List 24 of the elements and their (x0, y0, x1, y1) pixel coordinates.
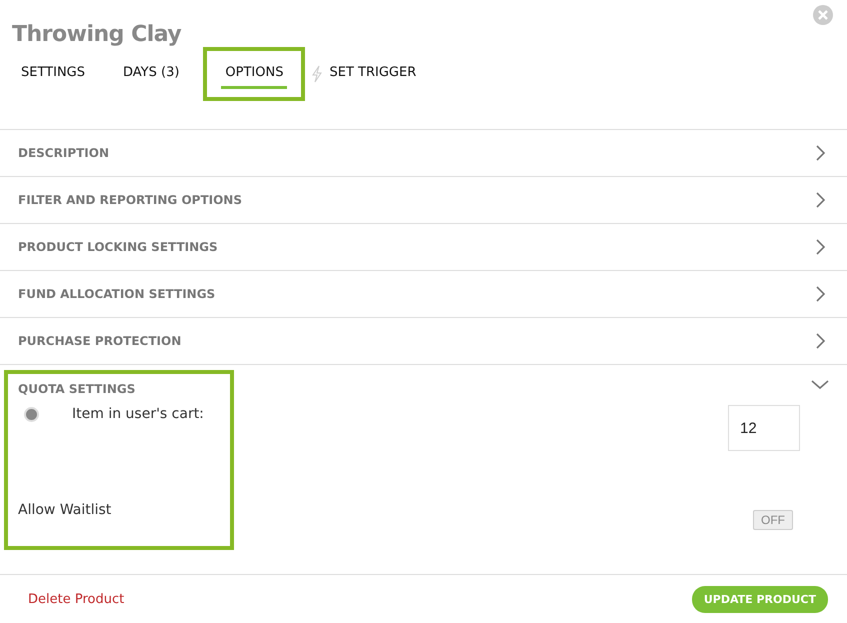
tab[interactable]: DAYS (3) (119, 59, 184, 89)
chevron-icon (815, 332, 827, 350)
option-label: Item in user's cart: (72, 406, 204, 422)
delete-link[interactable]: Delete Product (28, 592, 124, 606)
lightning-icon (311, 65, 324, 83)
section-header[interactable]: FILTER AND REPORTING OPTIONS (0, 177, 847, 224)
waitlist-label: Allow Waitlist (18, 502, 112, 518)
toggle-switch[interactable]: OFF (753, 510, 793, 530)
section-header[interactable]: DESCRIPTION (0, 130, 847, 177)
section-header[interactable]: QUOTA SETTINGS (18, 382, 220, 396)
chevron-icon (815, 191, 827, 209)
tab[interactable]: OPTIONS (221, 59, 288, 89)
section-header[interactable]: FUND ALLOCATION SETTINGS (0, 271, 847, 318)
tab[interactable]: SETTINGS (17, 59, 90, 89)
tab[interactable]: SET TRIGGER (325, 59, 420, 89)
section-header[interactable]: PRODUCT LOCKING SETTINGS (0, 224, 847, 271)
chevron-icon (815, 238, 827, 256)
quantity-field[interactable]: 12 (728, 405, 800, 451)
product-title: Throwing Clay (12, 22, 182, 47)
chevron-icon (815, 144, 827, 162)
chevron-icon[interactable] (811, 378, 829, 390)
section-header[interactable]: PURCHASE PROTECTION (0, 318, 847, 365)
chevron-icon (815, 285, 827, 303)
radio-button[interactable] (24, 406, 39, 422)
